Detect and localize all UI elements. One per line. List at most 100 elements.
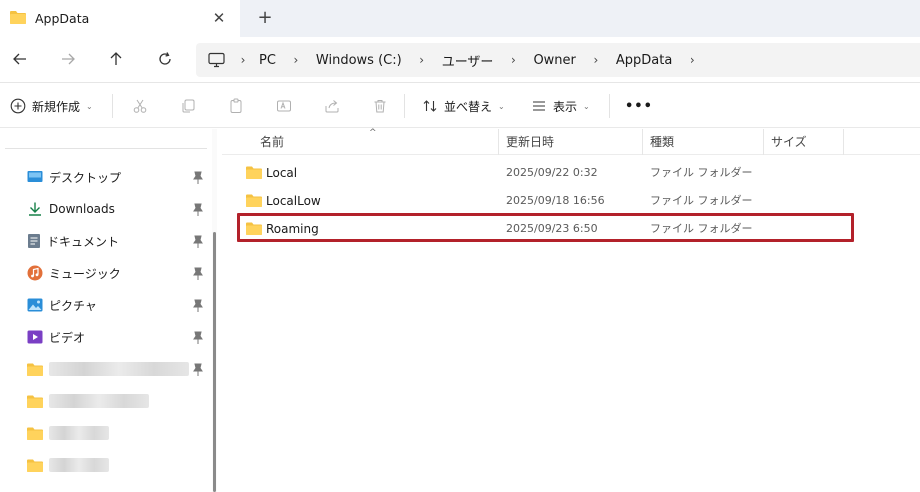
list-view-icon <box>531 98 547 114</box>
sidebar-item-label: ドキュメント <box>47 234 120 249</box>
refresh-button[interactable] <box>153 48 177 72</box>
sidebar-item-label: デスクトップ <box>49 170 122 185</box>
delete-button[interactable] <box>372 94 388 118</box>
highlight-box-roaming <box>237 213 854 242</box>
new-tab-button[interactable]: + <box>254 7 276 29</box>
redacted-label <box>49 426 109 440</box>
file-list: ^ 名前 更新日時 種類 サイズ Local 2025/09/22 0:32 フ… <box>222 128 920 492</box>
sort-button-label: 並べ替え <box>444 99 493 114</box>
sidebar-item-private-folder[interactable] <box>27 358 212 380</box>
new-button[interactable]: 新規作成 ⌄ <box>10 94 93 118</box>
breadcrumb-appdata[interactable]: AppData <box>616 53 672 68</box>
scissors-icon <box>132 98 148 114</box>
sidebar-item-private-folder[interactable] <box>27 422 212 444</box>
copy-button[interactable] <box>180 94 196 118</box>
sidebar-item-videos[interactable]: ビデオ <box>27 326 212 348</box>
trash-icon <box>372 98 388 114</box>
command-bar: 新規作成 ⌄ 並べ替え ⌄ 表示 ⌄ ••• <box>0 84 920 128</box>
video-icon <box>27 330 43 344</box>
file-type: ファイル フォルダー <box>650 194 753 207</box>
folder-icon <box>27 459 43 472</box>
pin-icon[interactable] <box>193 171 203 185</box>
cut-button[interactable] <box>132 94 148 118</box>
pin-icon[interactable] <box>193 267 203 281</box>
sidebar-item-private-folder[interactable] <box>27 390 212 412</box>
file-row-locallow[interactable]: LocalLow 2025/09/18 16:56 ファイル フォルダー <box>238 187 855 215</box>
file-name: Local <box>266 166 298 180</box>
column-divider[interactable] <box>843 129 844 155</box>
tab-appdata[interactable]: AppData ✕ <box>0 0 240 37</box>
download-icon <box>27 201 43 217</box>
file-date: 2025/09/18 16:56 <box>506 194 605 207</box>
file-date: 2025/09/22 0:32 <box>506 166 598 179</box>
breadcrumb-chevron[interactable]: › <box>680 53 704 67</box>
view-button[interactable]: 表示 ⌄ <box>531 94 590 118</box>
computer-icon <box>208 52 225 68</box>
breadcrumb-chevron[interactable]: › <box>584 53 608 67</box>
toolbar-divider <box>112 94 113 118</box>
breadcrumb-chevron[interactable]: › <box>284 53 308 67</box>
rename-button[interactable] <box>276 94 292 118</box>
pin-icon[interactable] <box>193 299 203 313</box>
pin-icon[interactable] <box>193 331 203 345</box>
folder-icon <box>246 194 262 210</box>
breadcrumb-chevron[interactable]: › <box>501 53 525 67</box>
sidebar-item-pictures[interactable]: ピクチャ <box>27 294 212 316</box>
folder-icon <box>27 363 43 376</box>
sidebar-item-desktop[interactable]: デスクトップ <box>27 166 212 188</box>
breadcrumb-owner[interactable]: Owner <box>533 53 575 68</box>
folder-icon <box>10 10 26 27</box>
more-options-button[interactable]: ••• <box>625 94 653 118</box>
column-header-type[interactable]: 種類 <box>642 129 763 155</box>
toolbar-divider <box>404 94 405 118</box>
arrow-left-icon <box>12 51 28 70</box>
clipboard-icon <box>228 98 244 114</box>
forward-button[interactable] <box>56 48 80 72</box>
chevron-down-icon: ⌄ <box>498 101 505 111</box>
new-button-label: 新規作成 <box>32 99 81 114</box>
file-row-local[interactable]: Local 2025/09/22 0:32 ファイル フォルダー <box>238 159 855 187</box>
back-button[interactable] <box>8 48 32 72</box>
redacted-label <box>49 362 189 376</box>
arrow-up-icon <box>108 51 124 70</box>
sidebar-item-documents[interactable]: ドキュメント <box>27 230 212 252</box>
breadcrumb-chevron: › <box>240 53 246 67</box>
paste-button[interactable] <box>228 94 244 118</box>
up-button[interactable] <box>104 48 128 72</box>
column-header-date[interactable]: 更新日時 <box>498 129 642 155</box>
sidebar-divider <box>5 148 207 149</box>
breadcrumb-users[interactable]: ユーザー <box>442 51 494 70</box>
sidebar-item-downloads[interactable]: Downloads <box>27 198 212 220</box>
sidebar-item-label: ミュージック <box>49 266 121 281</box>
pin-icon[interactable] <box>193 203 203 217</box>
column-header-name[interactable]: 名前 <box>252 129 498 155</box>
breadcrumb-chevron[interactable]: › <box>410 53 434 67</box>
share-button[interactable] <box>324 94 340 118</box>
breadcrumb-windows-c[interactable]: Windows (C:) <box>316 53 402 68</box>
sidebar-item-music[interactable]: ミュージック <box>27 262 212 284</box>
column-header-row: ^ 名前 更新日時 種類 サイズ <box>222 128 920 155</box>
folder-icon <box>27 395 43 408</box>
redacted-label <box>49 394 149 408</box>
pin-icon[interactable] <box>193 363 203 377</box>
refresh-icon <box>157 51 173 70</box>
copy-icon <box>180 98 196 114</box>
pin-icon[interactable] <box>193 235 203 249</box>
column-header-size[interactable]: サイズ <box>763 129 843 155</box>
music-icon <box>27 265 43 281</box>
breadcrumb-pc[interactable]: PC <box>259 53 276 68</box>
arrow-right-icon <box>60 51 76 70</box>
sort-button[interactable]: 並べ替え ⌄ <box>422 94 505 118</box>
file-type: ファイル フォルダー <box>650 166 753 179</box>
sidebar-scrollbar-thumb[interactable] <box>213 232 216 492</box>
address-bar[interactable]: › PC › Windows (C:) › ユーザー › Owner › App… <box>196 43 920 77</box>
sidebar-item-label: ピクチャ <box>49 298 97 313</box>
desktop-icon <box>27 170 43 184</box>
sidebar-item-private-folder[interactable] <box>27 454 212 476</box>
document-icon <box>27 233 41 249</box>
plus-circle-icon <box>10 98 26 114</box>
pictures-icon <box>27 298 43 312</box>
chevron-down-icon: ⌄ <box>86 101 93 111</box>
close-icon[interactable]: ✕ <box>210 9 228 27</box>
rename-icon <box>276 98 292 114</box>
